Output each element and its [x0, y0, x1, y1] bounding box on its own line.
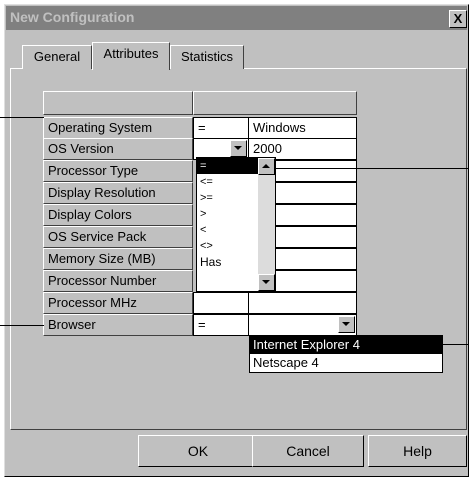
close-icon: X [453, 11, 463, 26]
operator-cell[interactable]: = [193, 117, 249, 139]
callout-line [276, 168, 469, 169]
ok-button[interactable]: OK [138, 435, 258, 467]
row-label-processor-mhz[interactable]: Processor MHz [43, 292, 193, 314]
cancel-button[interactable]: Cancel [252, 435, 364, 467]
tab-statistics[interactable]: Statistics [170, 45, 244, 69]
row-label-os-service-pack[interactable]: OS Service Pack [43, 226, 193, 248]
tab-label: General [33, 49, 81, 64]
grid-header-attribute [43, 91, 193, 115]
tab-attributes[interactable]: Attributes [92, 42, 170, 70]
operator-cell[interactable]: = [193, 314, 249, 336]
chevron-down-icon [234, 146, 242, 150]
value-cell[interactable]: Windows [248, 117, 357, 139]
row-label-operating-system[interactable]: Operating System [43, 117, 193, 139]
row-label-display-resolution[interactable]: Display Resolution [43, 182, 193, 204]
close-button[interactable]: X [449, 10, 467, 28]
callout-line [0, 325, 44, 326]
window-title: New Configuration [10, 9, 135, 25]
row-label-processor-number[interactable]: Processor Number [43, 270, 193, 292]
browser-option[interactable]: Internet Explorer 4 [250, 336, 442, 354]
operator-dropdown-button[interactable] [230, 140, 247, 157]
value-cell[interactable] [248, 292, 357, 314]
row-label-processor-type[interactable]: Processor Type [43, 160, 193, 182]
scroll-down-button[interactable] [258, 274, 275, 291]
tab-label: Attributes [103, 46, 159, 61]
operator-list-scrollbar[interactable] [258, 158, 275, 291]
operator-cell[interactable] [193, 292, 249, 314]
browser-option[interactable]: Netscape 4 [250, 354, 442, 372]
chevron-down-icon [342, 322, 350, 326]
scroll-up-button[interactable] [258, 158, 275, 175]
callout-line [443, 344, 469, 345]
callout-line [0, 117, 44, 118]
tab-label: Statistics [180, 49, 233, 64]
row-label-browser[interactable]: Browser [43, 314, 193, 336]
browser-dropdown-list: Internet Explorer 4 Netscape 4 [249, 335, 443, 373]
scroll-track[interactable] [258, 175, 275, 274]
chevron-down-icon [262, 280, 270, 284]
chevron-up-icon [262, 164, 270, 168]
tab-general[interactable]: General [22, 45, 92, 69]
row-label-display-colors[interactable]: Display Colors [43, 204, 193, 226]
row-label-os-version[interactable]: OS Version [43, 138, 193, 160]
row-label-memory-size[interactable]: Memory Size (MB) [43, 248, 193, 270]
browser-dropdown-button[interactable] [338, 316, 355, 333]
grid-header-criteria [193, 91, 357, 115]
help-button[interactable]: Help [368, 435, 467, 467]
